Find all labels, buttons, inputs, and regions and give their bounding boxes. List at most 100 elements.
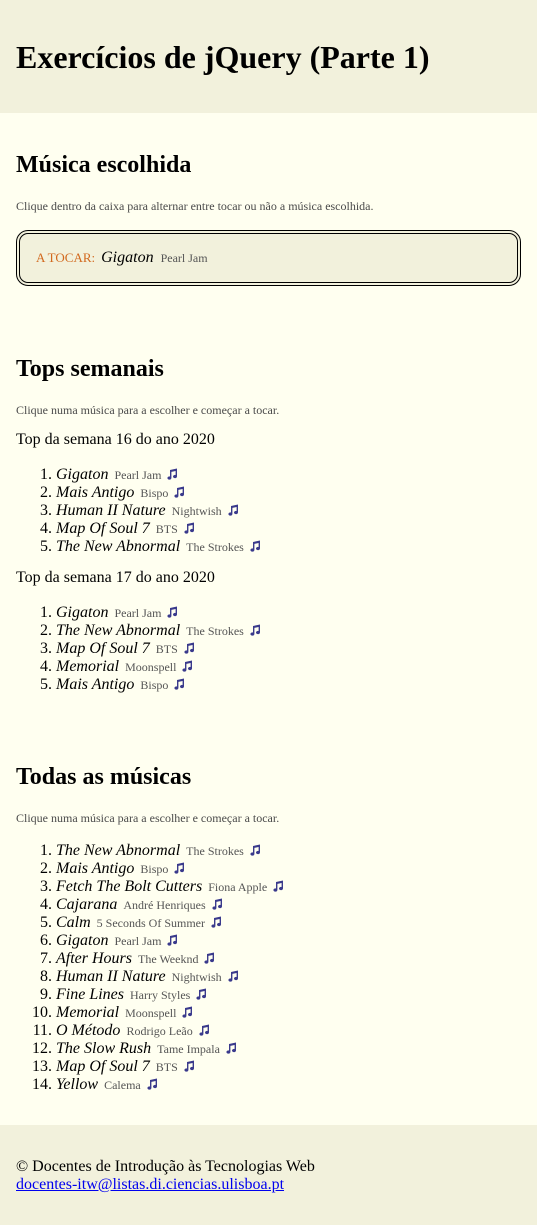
song-title: Fine Lines	[56, 986, 124, 1003]
song-item[interactable]: The New Abnormal The Strokes	[56, 622, 521, 640]
song-artist: 5 Seconds Of Summer	[96, 916, 205, 930]
song-item[interactable]: O Método Rodrigo Leão	[56, 1022, 521, 1040]
song-title: Map Of Soul 7	[56, 1058, 150, 1075]
music-note-icon	[273, 880, 284, 892]
song-title: Map Of Soul 7	[56, 520, 150, 537]
song-artist: Harry Styles	[130, 988, 191, 1002]
music-note-icon	[228, 970, 238, 982]
song-artist: Bispo	[140, 862, 169, 876]
music-note-icon	[196, 988, 207, 1000]
music-note-icon	[211, 916, 222, 928]
song-title: Mais Antigo	[56, 676, 135, 693]
song-item[interactable]: Fine Lines Harry Styles	[56, 986, 521, 1004]
music-note-icon	[182, 1006, 193, 1018]
song-title: Fetch The Bolt Cutters	[56, 878, 203, 895]
song-artist: The Strokes	[186, 624, 244, 638]
song-title: Cajarana	[56, 896, 118, 913]
main-content: Música escolhida Clique dentro da caixa …	[0, 113, 537, 1094]
music-note-icon	[184, 522, 194, 534]
song-item[interactable]: The New Abnormal The Strokes	[56, 842, 521, 860]
song-item[interactable]: Human II Nature Nightwish	[56, 502, 521, 520]
page-title: Exercícios de jQuery (Parte 1)	[16, 39, 430, 75]
contact-email-link[interactable]: docentes-itw@listas.di.ciencias.ulisboa.…	[16, 1176, 284, 1193]
music-note-icon	[250, 624, 260, 636]
music-note-icon	[226, 1042, 236, 1054]
music-note-icon	[167, 934, 178, 946]
player-song-title: Gigaton	[101, 249, 154, 266]
song-artist: Nightwish	[171, 970, 222, 984]
song-artist: The Weeknd	[138, 952, 199, 966]
song-item[interactable]: Memorial Moonspell	[56, 658, 521, 676]
song-item[interactable]: Mais Antigo Bispo	[56, 860, 521, 878]
song-item[interactable]: Fetch The Bolt Cutters Fiona Apple	[56, 878, 521, 896]
music-note-icon	[250, 540, 260, 552]
song-title: After Hours	[56, 950, 132, 967]
song-item[interactable]: Gigaton Pearl Jam	[56, 604, 521, 622]
all-songs-instruction: Clique numa música para a escolher e com…	[16, 811, 280, 825]
music-note-icon	[182, 660, 193, 672]
weekly-tops-section: Tops semanais Clique numa música para a …	[16, 286, 521, 694]
song-artist: Calema	[104, 1078, 141, 1092]
weekly-tops-instruction: Clique numa música para a escolher e com…	[16, 403, 280, 417]
song-item[interactable]: Gigaton Pearl Jam	[56, 466, 521, 484]
player-status: A TOCAR:	[36, 250, 96, 265]
song-title: Gigaton	[56, 932, 109, 949]
song-title: The New Abnormal	[56, 622, 181, 639]
song-artist: André Henriques	[123, 898, 206, 912]
player-box[interactable]: A TOCAR: Gigaton Pearl Jam	[16, 230, 521, 286]
song-title: The New Abnormal	[56, 842, 181, 859]
song-item[interactable]: The New Abnormal The Strokes	[56, 538, 521, 556]
song-title: Human II Nature	[56, 502, 166, 519]
music-note-icon	[174, 678, 185, 690]
song-artist: BTS	[155, 1060, 178, 1074]
music-note-icon	[204, 952, 215, 964]
song-item[interactable]: Memorial Moonspell	[56, 1004, 521, 1022]
song-list: Gigaton Pearl Jam Mais Antigo Bispo Human II…	[16, 466, 521, 556]
week-top-title: Top da semana 17 do ano 2020	[16, 569, 215, 586]
music-note-icon	[184, 1060, 194, 1072]
song-list: The New Abnormal The Strokes Mais Antigo Bi…	[16, 842, 521, 1094]
week-top-title: Top da semana 16 do ano 2020	[16, 431, 215, 448]
music-note-icon	[228, 504, 238, 516]
song-item[interactable]: Gigaton Pearl Jam	[56, 932, 521, 950]
page-footer: © Docentes de Introdução às Tecnologias …	[0, 1125, 537, 1225]
song-artist: BTS	[155, 522, 178, 536]
song-item[interactable]: Calm 5 Seconds Of Summer	[56, 914, 521, 932]
song-artist: Pearl Jam	[114, 468, 162, 482]
music-note-icon	[167, 468, 178, 480]
week-top: Top da semana 17 do ano 2020 Gigaton Pear…	[16, 568, 521, 694]
song-title: Gigaton	[56, 466, 109, 483]
music-note-icon	[174, 486, 185, 498]
song-item[interactable]: Cajarana André Henriques	[56, 896, 521, 914]
song-artist: Fiona Apple	[208, 880, 268, 894]
song-item[interactable]: After Hours The Weeknd	[56, 950, 521, 968]
song-artist: The Strokes	[186, 540, 244, 554]
song-item[interactable]: Yellow Calema	[56, 1076, 521, 1094]
song-item[interactable]: Mais Antigo Bispo	[56, 676, 521, 694]
song-artist: Bispo	[140, 678, 169, 692]
copyright-text: © Docentes de Introdução às Tecnologias …	[16, 1158, 315, 1175]
song-list: Gigaton Pearl Jam The New Abnormal The Stro…	[16, 604, 521, 694]
song-item[interactable]: Map Of Soul 7 BTS	[56, 640, 521, 658]
song-artist: BTS	[155, 642, 178, 656]
song-item[interactable]: The Slow Rush Tame Impala	[56, 1040, 521, 1058]
song-title: The New Abnormal	[56, 538, 181, 555]
song-title: Map Of Soul 7	[56, 640, 150, 657]
music-note-icon	[199, 1024, 209, 1036]
song-title: Human II Nature	[56, 968, 166, 985]
song-item[interactable]: Mais Antigo Bispo	[56, 484, 521, 502]
song-title: Calm	[56, 914, 91, 931]
song-title: Gigaton	[56, 604, 109, 621]
song-title: Memorial	[56, 658, 120, 675]
chosen-song-instruction: Clique dentro da caixa para alternar ent…	[16, 199, 374, 213]
song-title: Mais Antigo	[56, 484, 135, 501]
music-note-icon	[147, 1078, 157, 1090]
song-artist: Moonspell	[125, 660, 177, 674]
song-artist: Pearl Jam	[114, 934, 162, 948]
music-note-icon	[174, 862, 185, 874]
song-item[interactable]: Map Of Soul 7 BTS	[56, 1058, 521, 1076]
song-item[interactable]: Map Of Soul 7 BTS	[56, 520, 521, 538]
music-note-icon	[184, 642, 194, 654]
song-item[interactable]: Human II Nature Nightwish	[56, 968, 521, 986]
all-songs-heading: Todas as músicas	[16, 764, 192, 790]
